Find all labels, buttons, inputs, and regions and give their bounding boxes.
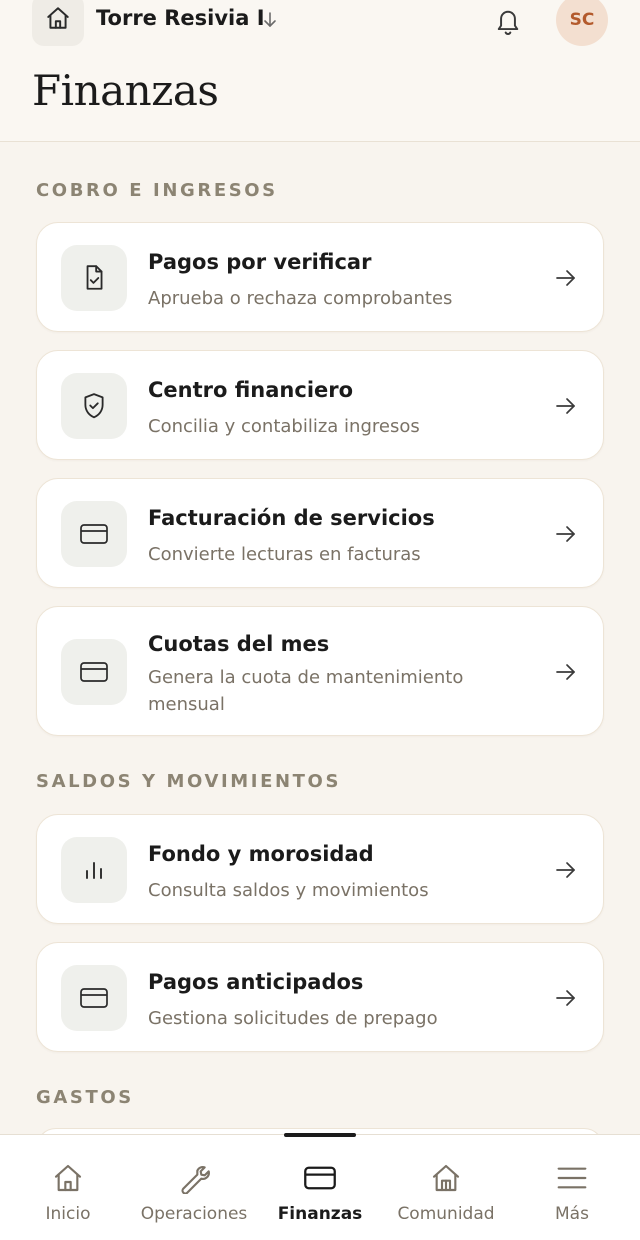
- bottom-tab-bar: Inicio Operaciones Finanzas Comunidad Má…: [0, 1133, 640, 1240]
- tab-label: Finanzas: [277, 1204, 363, 1224]
- credit-card-icon: [303, 1161, 337, 1195]
- credit-card-icon: [61, 501, 127, 567]
- building-selector[interactable]: Torre Resivia I: [96, 6, 265, 30]
- card-subtitle: Genera la cuota de mantenimiento mensual: [148, 667, 464, 715]
- top-header: Torre Resivia I SC Finanzas: [0, 0, 640, 142]
- home-icon: [45, 5, 71, 35]
- credit-card-icon: [61, 965, 127, 1031]
- card-title: Centro financiero: [148, 378, 354, 402]
- arrow-right-icon: [551, 983, 581, 1013]
- arrow-right-icon: [551, 519, 581, 549]
- tab-finanzas[interactable]: Finanzas: [270, 1133, 370, 1240]
- tab-inicio[interactable]: Inicio: [18, 1135, 118, 1240]
- bar-chart-icon: [61, 837, 127, 903]
- active-tab-indicator: [284, 1133, 356, 1137]
- card-title: Fondo y morosidad: [148, 842, 374, 866]
- arrow-right-icon: [551, 855, 581, 885]
- menu-icon: [555, 1161, 589, 1195]
- tab-label: Operaciones: [140, 1204, 248, 1224]
- arrow-right-icon: [551, 657, 581, 687]
- home-button[interactable]: [32, 0, 84, 46]
- page-title: Finanzas: [32, 66, 219, 115]
- card-subtitle: Convierte lecturas en facturas: [148, 544, 421, 565]
- shield-check-icon: [61, 373, 127, 439]
- credit-card-icon: [61, 639, 127, 705]
- card-subtitle: Aprueba o rechaza comprobantes: [148, 288, 453, 309]
- card-pagos-por-verificar[interactable]: Pagos por verificar Aprueba o rechaza co…: [36, 222, 604, 332]
- arrow-right-icon: [551, 263, 581, 293]
- tab-mas[interactable]: Más: [522, 1135, 622, 1240]
- tab-label: Más: [555, 1204, 589, 1224]
- card-centro-financiero[interactable]: Centro financiero Concilia y contabiliza…: [36, 350, 604, 460]
- card-title: Pagos anticipados: [148, 970, 364, 994]
- tab-operaciones[interactable]: Operaciones: [138, 1135, 250, 1240]
- chevron-down-icon[interactable]: [260, 8, 280, 32]
- avatar[interactable]: SC: [556, 0, 608, 46]
- card-fondo-morosidad[interactable]: Fondo y morosidad Consulta saldos y movi…: [36, 814, 604, 924]
- card-subtitle: Gestiona solicitudes de prepago: [148, 1008, 438, 1029]
- card-facturacion-servicios[interactable]: Facturación de servicios Convierte lectu…: [36, 478, 604, 588]
- card-subtitle: Consulta saldos y movimientos: [148, 880, 429, 901]
- wrench-icon: [177, 1161, 211, 1195]
- tab-label: Comunidad: [397, 1204, 495, 1224]
- home-icon: [51, 1161, 85, 1195]
- card-title: Facturación de servicios: [148, 506, 435, 530]
- arrow-right-icon: [551, 391, 581, 421]
- section-title-cobro: COBRO E INGRESOS: [36, 180, 278, 201]
- tab-comunidad[interactable]: Comunidad: [392, 1135, 500, 1240]
- section-title-saldos: SALDOS Y MOVIMIENTOS: [36, 771, 342, 792]
- card-cuotas-del-mes[interactable]: Cuotas del mes Genera la cuota de manten…: [36, 606, 604, 736]
- card-title: Cuotas del mes: [148, 632, 330, 656]
- card-subtitle: Concilia y contabiliza ingresos: [148, 416, 420, 437]
- bell-icon[interactable]: [492, 4, 524, 38]
- building-icon: [429, 1161, 463, 1195]
- card-title: Pagos por verificar: [148, 250, 372, 274]
- card-pagos-anticipados[interactable]: Pagos anticipados Gestiona solicitudes d…: [36, 942, 604, 1052]
- section-title-gastos: GASTOS: [36, 1087, 134, 1108]
- tab-label: Inicio: [45, 1204, 91, 1224]
- document-check-icon: [61, 245, 127, 311]
